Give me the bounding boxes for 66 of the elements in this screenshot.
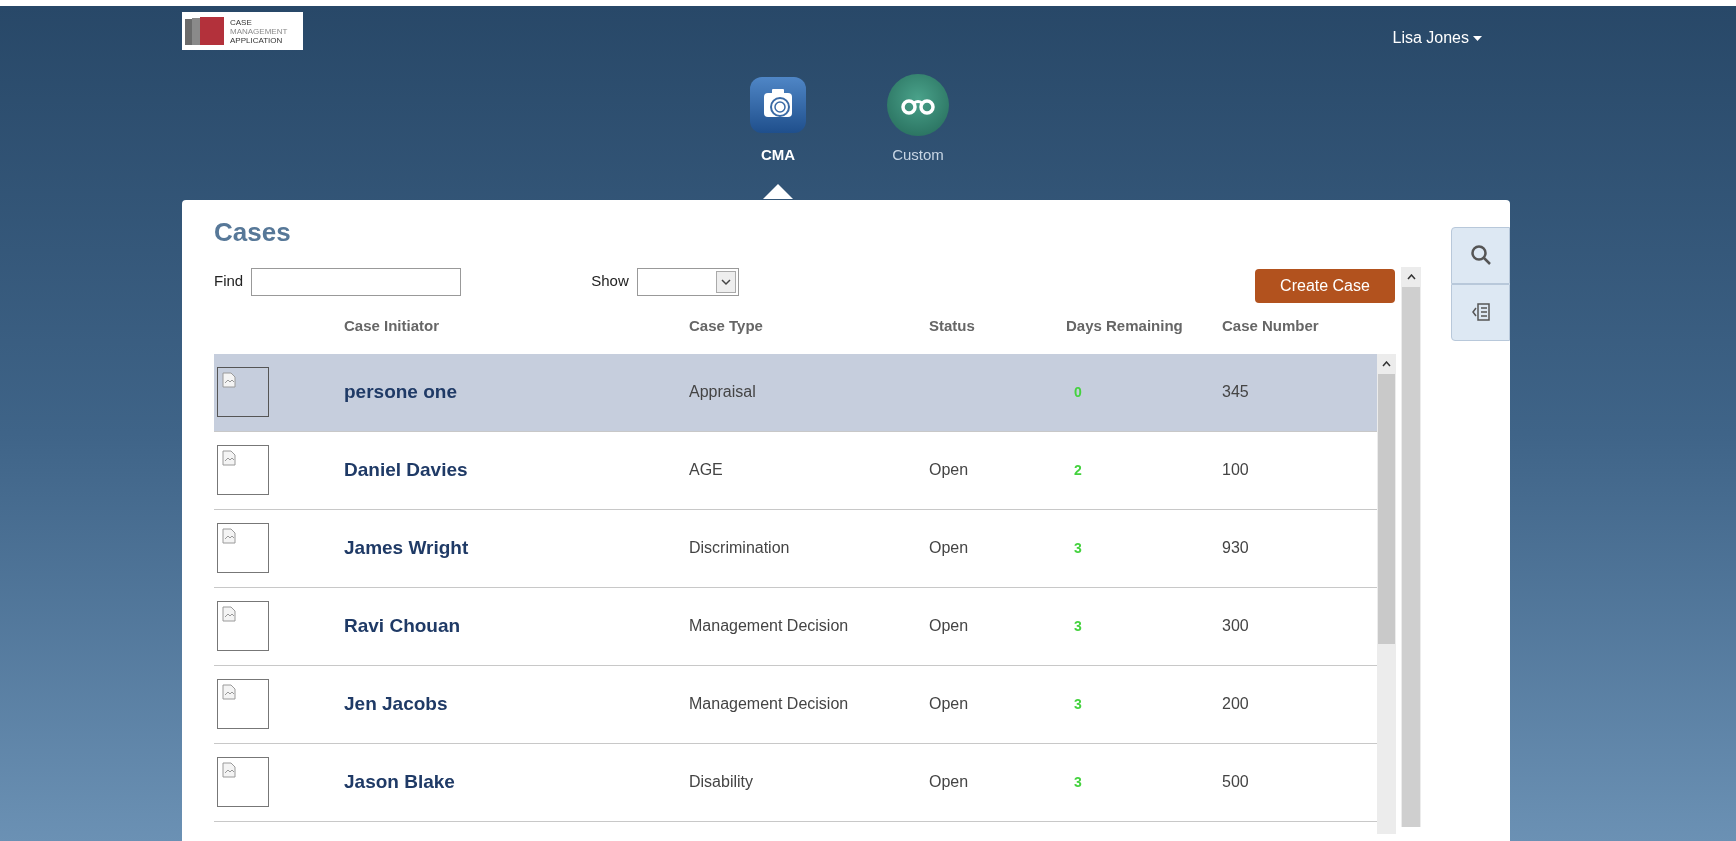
status-text: Open	[929, 773, 969, 790]
logo-text: APPLICATION	[230, 35, 284, 45]
case-number: 100	[1222, 460, 1250, 480]
case-type: AGE	[689, 460, 724, 480]
status-text: Open	[929, 539, 969, 556]
show-dropdown[interactable]	[636, 267, 739, 296]
days-remaining: 0	[1073, 382, 1083, 402]
column-header[interactable]: Case Number	[1222, 315, 1319, 338]
case-type: Management Decision	[689, 694, 850, 714]
case-number: 200	[1222, 694, 1250, 714]
column-header[interactable]: Case Initiator	[344, 315, 440, 338]
panel-title: Cases	[214, 215, 292, 249]
status-text: Open	[929, 461, 969, 478]
column-header[interactable]: Status	[929, 315, 975, 338]
caret-icon	[1473, 35, 1482, 41]
column-header[interactable]: Days Remaining	[1066, 315, 1183, 338]
scroll-up-icon	[1382, 360, 1391, 367]
days-remaining: 2	[1073, 460, 1083, 480]
logo-text: MANAGEMENT	[230, 26, 288, 36]
chevron-down-icon	[715, 270, 736, 293]
case-number: 345	[1222, 382, 1250, 402]
broken-image-icon	[222, 762, 236, 778]
folders-icon	[184, 15, 226, 47]
days-remaining: 3	[1073, 616, 1083, 636]
scroll-up-icon	[1406, 273, 1416, 280]
inner-scrollbar[interactable]	[1377, 353, 1396, 834]
broken-image-icon	[222, 450, 236, 466]
app-tab[interactable]: CMA	[746, 70, 810, 167]
broken-image-icon	[222, 372, 236, 388]
camera-icon	[750, 77, 806, 133]
case-number: 500	[1222, 772, 1250, 792]
broken-image-icon	[222, 528, 236, 544]
initiator-name[interactable]: persone one	[344, 377, 689, 407]
case-type: Appraisal	[689, 382, 757, 402]
case-type: Disability	[689, 772, 754, 792]
initiator-name[interactable]: Daniel Davies	[344, 455, 689, 485]
create-case-button[interactable]: Create Case	[1255, 268, 1395, 303]
case-number: 930	[1222, 538, 1250, 558]
case-type: Management Decision	[689, 616, 850, 636]
outer-scrollbar[interactable]	[1401, 266, 1421, 827]
glasses-icon	[887, 74, 949, 136]
days-remaining: 3	[1073, 772, 1083, 792]
case-type: Discrimination	[689, 538, 791, 558]
list-collapse-icon	[1470, 302, 1491, 322]
logo-text: CASE	[230, 17, 253, 27]
days-remaining: 3	[1073, 694, 1083, 714]
broken-image-icon	[222, 684, 236, 700]
status-text: Open	[929, 617, 969, 634]
initiator-name[interactable]: Jason Blake	[344, 767, 689, 797]
status-text: Open	[929, 695, 969, 712]
initiator-name[interactable]: James Wright	[344, 533, 689, 563]
search-button[interactable]	[1451, 226, 1510, 284]
column-header[interactable]: Case Type	[689, 315, 763, 338]
user-menu[interactable]: Lisa Jones	[1392, 26, 1482, 50]
initiator-name[interactable]: Ravi Chouan	[344, 611, 689, 641]
search-icon	[1469, 244, 1492, 266]
find-label: Find	[214, 271, 244, 292]
list-panel-button[interactable]	[1451, 283, 1510, 341]
find-field[interactable]	[251, 267, 462, 296]
case-row[interactable]: persone one Appraisal 0 345	[214, 353, 1377, 432]
broken-image-icon	[222, 606, 236, 622]
show-label: Show	[591, 271, 629, 292]
app-tab[interactable]: Custom	[886, 70, 950, 167]
days-remaining: 3	[1073, 538, 1083, 558]
case-number: 300	[1222, 616, 1250, 636]
initiator-name[interactable]: Jen Jacobs	[344, 689, 689, 719]
